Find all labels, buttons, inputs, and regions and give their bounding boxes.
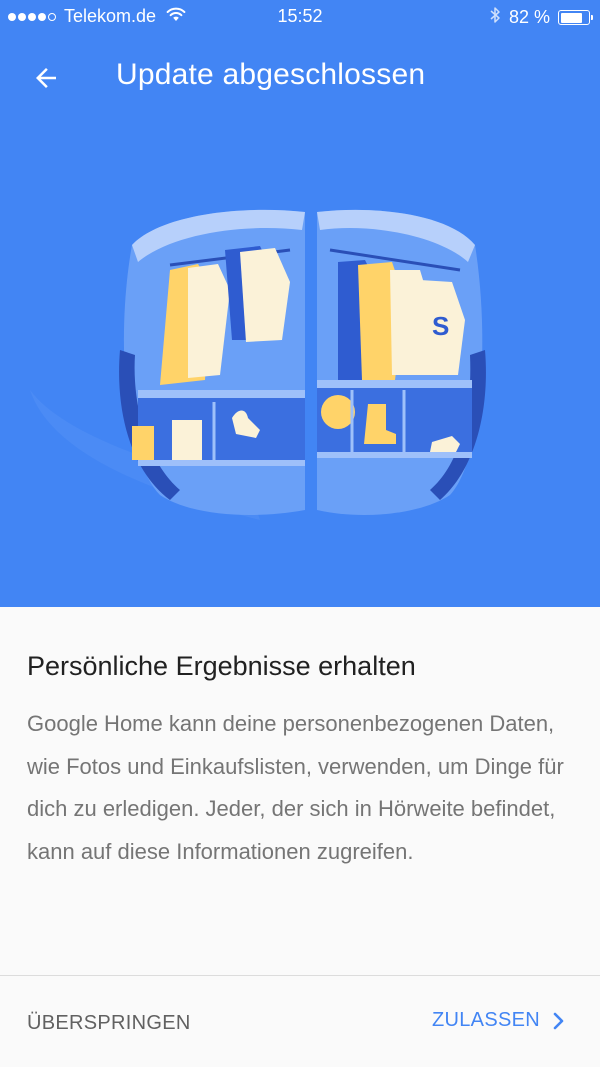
- footer-actions: ÜBERSPRINGEN ZULASSEN: [0, 976, 600, 1067]
- skip-button[interactable]: ÜBERSPRINGEN: [27, 1012, 191, 1035]
- page-title: Update abgeschlossen: [116, 58, 426, 91]
- svg-text:S: S: [432, 311, 449, 341]
- allow-button[interactable]: ZULASSEN: [432, 1009, 566, 1032]
- hero-banner: Telekom.de 15:52 82 % Update abgeschloss…: [0, 0, 600, 607]
- allow-button-label: ZULASSEN: [432, 1009, 540, 1031]
- content-section: Persönliche Ergebnisse erhalten Google H…: [0, 607, 600, 975]
- status-right: 82 %: [490, 6, 593, 29]
- google-home-wardrobe-illustration: S: [30, 209, 486, 520]
- section-description: Google Home kann deine personenbezogenen…: [27, 711, 564, 864]
- status-bar: Telekom.de 15:52 82 %: [0, 0, 600, 34]
- chevron-right-icon: [553, 1012, 564, 1029]
- arrow-back-icon: [36, 68, 56, 88]
- section-heading: Persönliche Ergebnisse erhalten: [27, 651, 416, 681]
- battery-percentage: 82 %: [508, 7, 550, 27]
- bluetooth-icon: [490, 6, 501, 29]
- battery-icon: [558, 10, 593, 25]
- battery-fill: [560, 12, 582, 23]
- back-button[interactable]: [24, 56, 68, 100]
